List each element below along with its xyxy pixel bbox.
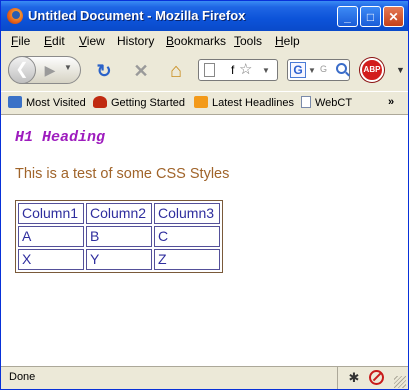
page-icon: [204, 63, 215, 77]
menu-edit-accel: E: [44, 34, 53, 48]
menu-tools-label: ools: [240, 34, 263, 48]
bookmarks-toolbar: Most Visited Getting Started Latest Head…: [1, 91, 408, 114]
page-paragraph: This is a test of some CSS Styles: [15, 166, 230, 182]
history-dropdown-icon[interactable]: ▼: [64, 63, 74, 75]
forward-button[interactable]: ▶: [41, 61, 59, 79]
menu-edit-label: dit: [52, 34, 65, 48]
table-cell: A: [18, 226, 84, 247]
rss-feed-icon: [194, 96, 208, 108]
table-cell: B: [86, 226, 152, 247]
menu-view[interactable]: View: [79, 34, 105, 48]
status-bar: Done ✱: [1, 366, 408, 389]
table-cell: X: [18, 249, 84, 270]
address-dropdown-icon[interactable]: ▼: [262, 66, 270, 75]
table-cell: Column1: [18, 203, 84, 224]
table-row: X Y Z: [18, 249, 220, 270]
menu-bookmarks-accel: B: [166, 34, 175, 48]
bookmark-webct[interactable]: WebCT: [301, 96, 352, 109]
close-button[interactable]: ✕: [383, 6, 404, 27]
bookmark-getting-started[interactable]: Getting Started: [93, 96, 185, 109]
search-engine-dropdown-icon[interactable]: ▼: [308, 66, 316, 75]
table-cell: Column2: [86, 203, 152, 224]
search-engine-icon[interactable]: G: [290, 62, 306, 78]
menu-help-accel: H: [275, 34, 284, 48]
bookmark-label: Most Visited: [26, 97, 86, 109]
stop-button[interactable]: ✕: [130, 60, 152, 82]
home-button[interactable]: ⌂: [165, 60, 187, 82]
bug-icon[interactable]: ✱: [346, 370, 362, 386]
menu-edit[interactable]: Edit: [44, 34, 65, 48]
browser-window: Untitled Document - Mozilla Firefox _ □ …: [0, 0, 409, 390]
navigation-toolbar: ❮ ▶ ▼ ↻ ✕ ⌂ f ☆ ▼ G ▼ G ABP ▼: [1, 51, 408, 89]
menu-tools[interactable]: Tools: [234, 34, 262, 48]
bookmark-latest-headlines[interactable]: Latest Headlines: [194, 96, 294, 109]
firefox-icon: [7, 8, 23, 24]
status-divider: [337, 367, 338, 389]
table-cell: Y: [86, 249, 152, 270]
firefox-bookmark-icon: [93, 96, 107, 108]
bookmark-label: Latest Headlines: [212, 97, 294, 109]
menu-view-accel: V: [79, 34, 87, 48]
bookmark-label: WebCT: [315, 97, 353, 109]
reload-button[interactable]: ↻: [93, 60, 115, 82]
toolbar-overflow-icon[interactable]: ▼: [396, 65, 405, 75]
address-bar[interactable]: f ☆ ▼: [198, 59, 278, 81]
bookmarks-overflow-button[interactable]: »: [388, 96, 394, 108]
table-cell: Column3: [154, 203, 220, 224]
data-table: Column1 Column2 Column3 A B C X Y Z: [15, 200, 223, 273]
menu-bookmarks[interactable]: Bookmarks: [166, 34, 226, 48]
menu-history-label: History: [117, 34, 155, 48]
resize-grip[interactable]: [394, 376, 406, 388]
menu-view-label: iew: [86, 34, 105, 48]
menu-file[interactable]: File: [11, 34, 30, 48]
menu-bookmarks-label: ookmarks: [174, 34, 227, 48]
menu-history[interactable]: History: [117, 34, 154, 48]
menu-help-label: elp: [283, 34, 300, 48]
search-icon[interactable]: [336, 63, 347, 74]
maximize-button[interactable]: □: [360, 6, 381, 27]
back-button[interactable]: ❮: [8, 56, 36, 84]
menu-bar: File Edit View History Bookmarks Tools H…: [1, 31, 408, 51]
search-bar[interactable]: G ▼ G: [287, 59, 350, 81]
table-row: A B C: [18, 226, 220, 247]
folder-icon: [8, 96, 22, 108]
menu-file-label: ile: [18, 34, 31, 48]
minimize-button[interactable]: _: [337, 6, 358, 27]
title-bar[interactable]: Untitled Document - Mozilla Firefox _ □ …: [1, 1, 408, 31]
search-input[interactable]: G: [320, 64, 327, 74]
table-cell: Z: [154, 249, 220, 270]
address-input[interactable]: f: [231, 63, 234, 77]
table-row: Column1 Column2 Column3: [18, 203, 220, 224]
page-icon: [301, 96, 311, 108]
page-heading: H1 Heading: [15, 129, 106, 146]
table-cell: C: [154, 226, 220, 247]
page-content: H1 Heading This is a test of some CSS St…: [1, 114, 408, 366]
bookmark-label: Getting Started: [111, 97, 185, 109]
bookmark-most-visited[interactable]: Most Visited: [8, 96, 86, 109]
blocked-icon[interactable]: [369, 370, 384, 385]
window-title: Untitled Document - Mozilla Firefox: [28, 8, 246, 23]
menu-help[interactable]: Help: [275, 34, 300, 48]
adblock-plus-button[interactable]: ABP: [360, 58, 384, 82]
status-text: Done: [9, 371, 36, 383]
bookmark-star-icon[interactable]: ☆: [239, 60, 252, 78]
